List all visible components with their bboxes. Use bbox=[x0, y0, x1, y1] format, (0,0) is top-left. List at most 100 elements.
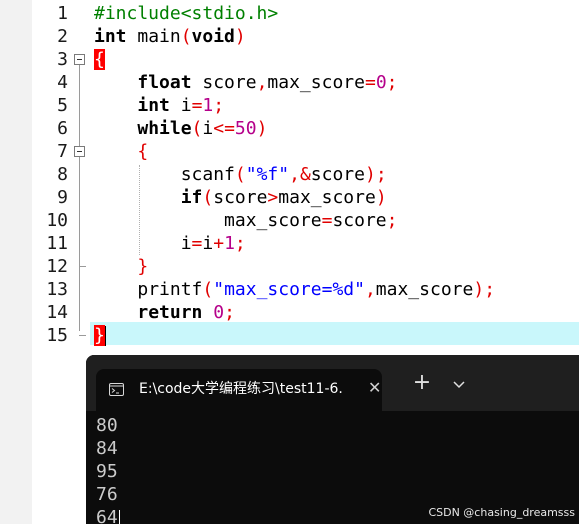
operator: , bbox=[364, 279, 376, 300]
keyword: return bbox=[137, 302, 203, 323]
line-number: 7 bbox=[57, 141, 68, 162]
fold-collapse-icon[interactable] bbox=[74, 146, 85, 157]
code-line-2: int main(void) bbox=[94, 25, 246, 48]
matched-brace: { bbox=[94, 49, 105, 70]
output-line: 80 bbox=[96, 415, 118, 436]
operator: & bbox=[299, 164, 311, 185]
current-line-highlight bbox=[90, 322, 579, 345]
terminal-output: 80 84 95 76 64 bbox=[96, 414, 118, 524]
line-number: 11 bbox=[46, 233, 68, 254]
line-number: 13 bbox=[46, 279, 68, 300]
identifier: max_score bbox=[267, 72, 365, 93]
code-line-7: { bbox=[94, 140, 148, 163]
identifier: max_score bbox=[224, 210, 322, 231]
code-line-9: if(score>max_score) bbox=[94, 186, 387, 209]
line-number: 10 bbox=[46, 210, 68, 231]
line-number: 2 bbox=[57, 26, 68, 47]
line-number: 5 bbox=[57, 95, 68, 116]
fold-guide-line bbox=[79, 65, 80, 331]
code-line-6: while(i<=50) bbox=[94, 117, 267, 140]
operator: ; bbox=[234, 233, 246, 254]
paren: ) bbox=[256, 118, 268, 139]
number-literal: 1 bbox=[224, 233, 235, 254]
paren: ( bbox=[191, 118, 203, 139]
code-line-3: { bbox=[94, 48, 105, 71]
code-line-14: return 0; bbox=[94, 301, 235, 324]
paren: ( bbox=[234, 164, 246, 185]
code-line-1: #include<stdio.h> bbox=[94, 2, 278, 25]
line-number: 12 bbox=[46, 256, 68, 277]
operator: = bbox=[364, 72, 376, 93]
screenshot-root: 1 2 3 4 5 6 7 8 9 10 11 12 13 14 15 #inc… bbox=[0, 0, 579, 524]
paren: ( bbox=[202, 187, 214, 208]
identifier: max_score bbox=[375, 279, 474, 300]
brace: { bbox=[137, 141, 149, 162]
code-line-5: int i=1; bbox=[94, 94, 224, 117]
paren: ) bbox=[473, 279, 485, 300]
fold-collapse-icon[interactable] bbox=[74, 54, 85, 65]
identifier: score bbox=[213, 187, 268, 208]
code-line-8: scanf("%f",&score); bbox=[94, 163, 387, 186]
chevron-down-icon[interactable] bbox=[451, 376, 467, 392]
output-line: 76 bbox=[96, 484, 118, 505]
keyword: while bbox=[137, 118, 192, 139]
paren: ( bbox=[180, 26, 192, 47]
identifier: score bbox=[332, 210, 387, 231]
output-line: 64 bbox=[96, 507, 118, 524]
brace: } bbox=[137, 256, 149, 277]
line-number: 9 bbox=[57, 187, 68, 208]
operator: ; bbox=[386, 210, 398, 231]
terminal-cursor bbox=[119, 510, 120, 524]
text-caret bbox=[105, 326, 106, 346]
identifier: i bbox=[180, 233, 192, 254]
code-line-13: printf("max_score=%d",max_score); bbox=[94, 278, 495, 301]
fold-end-marker bbox=[79, 266, 86, 267]
operator: , bbox=[256, 72, 268, 93]
keyword: void bbox=[191, 26, 235, 47]
number-literal: 1 bbox=[202, 95, 214, 116]
identifier: max_score bbox=[278, 187, 376, 208]
number-literal: 0 bbox=[213, 302, 225, 323]
new-tab-button[interactable]: + bbox=[412, 372, 432, 394]
editor-left-margin bbox=[0, 0, 33, 524]
code-line-10: max_score=score; bbox=[94, 209, 397, 232]
line-number: 15 bbox=[46, 325, 68, 346]
line-number: 4 bbox=[57, 72, 68, 93]
terminal-tab-title: E:\code大学编程练习\test11-6. bbox=[139, 381, 343, 397]
terminal-window[interactable]: E:\code大学编程练习\test11-6. ✕ + 80 84 95 76 64 bbox=[86, 355, 579, 524]
paren: ) bbox=[234, 26, 246, 47]
fold-end-marker bbox=[79, 335, 86, 336]
identifier: main bbox=[126, 26, 181, 47]
operator: = bbox=[321, 210, 333, 231]
operator: ; bbox=[213, 95, 225, 116]
matched-brace: } bbox=[94, 325, 105, 346]
identifier: i bbox=[169, 95, 192, 116]
line-number: 14 bbox=[46, 302, 68, 323]
watermark: CSDN @chasing_dreamsss bbox=[428, 506, 575, 519]
operator: > bbox=[267, 187, 279, 208]
identifier: i bbox=[202, 233, 214, 254]
line-number: 1 bbox=[57, 3, 68, 24]
line-number: 8 bbox=[57, 164, 68, 185]
operator: = bbox=[191, 95, 203, 116]
code-line-15: } bbox=[94, 324, 105, 347]
identifier: i bbox=[202, 118, 214, 139]
code-line-4: float score,max_score=0; bbox=[94, 71, 397, 94]
operator: ; bbox=[375, 164, 387, 185]
keyword: float bbox=[137, 72, 192, 93]
keyword: if bbox=[180, 187, 203, 208]
terminal-tab[interactable]: E:\code大学编程练习\test11-6. ✕ bbox=[96, 369, 382, 411]
close-tab-button[interactable]: ✕ bbox=[368, 378, 381, 398]
operator: = bbox=[191, 233, 203, 254]
keyword: int bbox=[137, 95, 170, 116]
function-name: scanf bbox=[180, 164, 235, 185]
paren: ) bbox=[364, 164, 376, 185]
line-number: 3 bbox=[57, 49, 68, 70]
